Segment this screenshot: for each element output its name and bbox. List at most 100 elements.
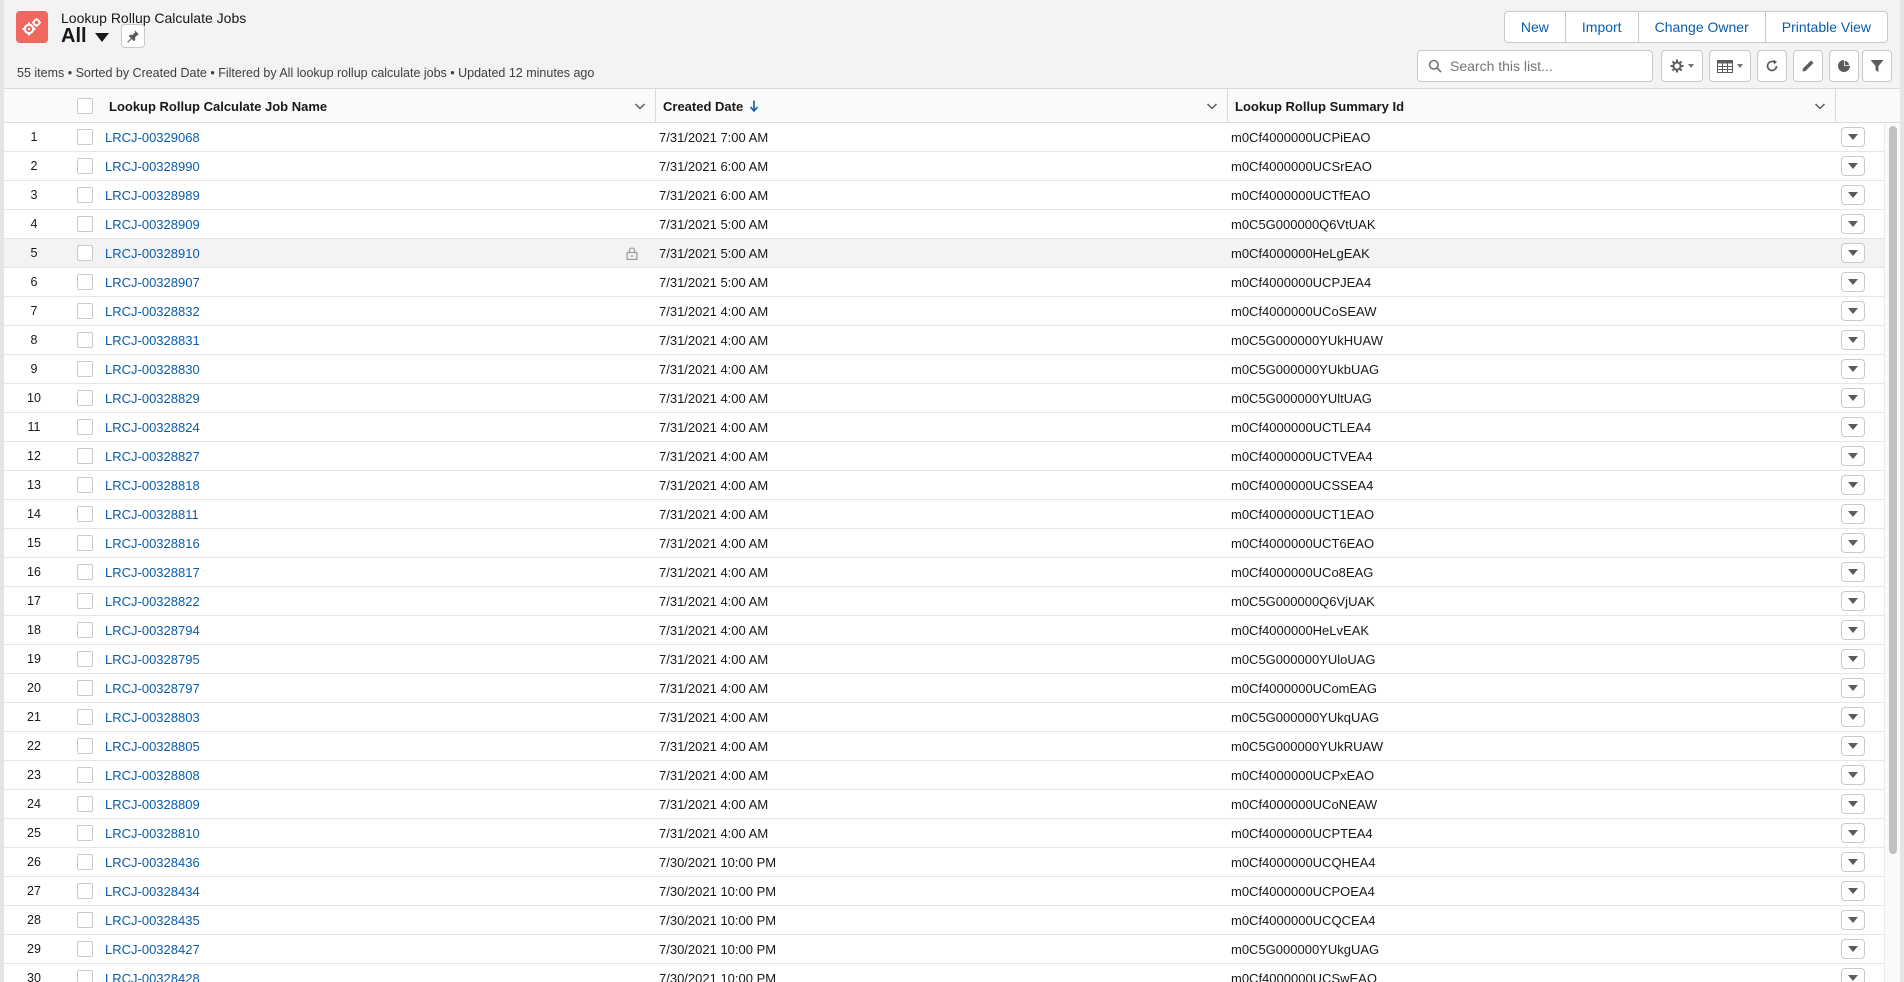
row-checkbox[interactable] [77,883,93,899]
row-checkbox[interactable] [77,506,93,522]
row-checkbox[interactable] [77,274,93,290]
job-name-link[interactable]: LRCJ-00328824 [105,413,200,441]
search-input[interactable] [1450,58,1640,74]
row-checkbox[interactable] [77,477,93,493]
job-name-link[interactable]: LRCJ-00328989 [105,181,200,209]
row-checkbox[interactable] [77,622,93,638]
row-checkbox[interactable] [77,651,93,667]
charts-button[interactable] [1829,50,1859,82]
select-all-checkbox[interactable] [77,98,93,114]
job-name-link[interactable]: LRCJ-00328829 [105,384,200,412]
job-name-link[interactable]: LRCJ-00328830 [105,355,200,383]
row-checkbox[interactable] [77,970,93,982]
row-actions-button[interactable] [1841,388,1865,408]
row-checkbox[interactable] [77,158,93,174]
row-actions-button[interactable] [1841,475,1865,495]
column-header-name[interactable]: Lookup Rollup Calculate Job Name [100,89,655,123]
row-actions-button[interactable] [1841,156,1865,176]
row-checkbox[interactable] [77,245,93,261]
row-actions-button[interactable] [1841,765,1865,785]
row-checkbox[interactable] [77,796,93,812]
job-name-link[interactable]: LRCJ-00328803 [105,703,200,731]
row-actions-button[interactable] [1841,359,1865,379]
job-name-link[interactable]: LRCJ-00328795 [105,645,200,673]
pin-list-view-button[interactable] [121,24,145,48]
row-actions-button[interactable] [1841,330,1865,350]
row-actions-button[interactable] [1841,185,1865,205]
inline-edit-button[interactable] [1793,50,1823,82]
job-name-link[interactable]: LRCJ-00328818 [105,471,200,499]
row-actions-button[interactable] [1841,272,1865,292]
row-actions-button[interactable] [1841,214,1865,234]
job-name-link[interactable]: LRCJ-00328990 [105,152,200,180]
job-name-link[interactable]: LRCJ-00328907 [105,268,200,296]
row-checkbox[interactable] [77,912,93,928]
chevron-down-icon[interactable] [1813,99,1827,113]
row-checkbox[interactable] [77,361,93,377]
row-checkbox[interactable] [77,448,93,464]
column-header-created-date[interactable]: Created Date [655,89,1227,123]
job-name-link[interactable]: LRCJ-00328797 [105,674,200,702]
row-checkbox[interactable] [77,680,93,696]
row-actions-button[interactable] [1841,678,1865,698]
row-actions-button[interactable] [1841,910,1865,930]
display-as-button[interactable] [1709,50,1751,82]
row-checkbox[interactable] [77,303,93,319]
row-checkbox[interactable] [77,738,93,754]
scrollbar-thumb[interactable] [1889,126,1897,854]
job-name-link[interactable]: LRCJ-00328831 [105,326,200,354]
job-name-link[interactable]: LRCJ-00328794 [105,616,200,644]
row-checkbox[interactable] [77,709,93,725]
job-name-link[interactable]: LRCJ-00328434 [105,877,200,905]
row-actions-button[interactable] [1841,881,1865,901]
column-header-summary-id[interactable]: Lookup Rollup Summary Id [1227,89,1835,123]
job-name-link[interactable]: LRCJ-00329068 [105,123,200,151]
refresh-button[interactable] [1757,50,1787,82]
row-actions-button[interactable] [1841,649,1865,669]
import-button[interactable]: Import [1564,12,1638,42]
row-actions-button[interactable] [1841,446,1865,466]
job-name-link[interactable]: LRCJ-00328817 [105,558,200,586]
job-name-link[interactable]: LRCJ-00328805 [105,732,200,760]
row-actions-button[interactable] [1841,707,1865,727]
job-name-link[interactable]: LRCJ-00328811 [105,500,199,528]
row-actions-button[interactable] [1841,533,1865,553]
row-actions-button[interactable] [1841,620,1865,640]
job-name-link[interactable]: LRCJ-00328827 [105,442,200,470]
row-checkbox[interactable] [77,767,93,783]
row-checkbox[interactable] [77,216,93,232]
row-checkbox[interactable] [77,129,93,145]
row-actions-button[interactable] [1841,736,1865,756]
job-name-link[interactable]: LRCJ-00328436 [105,848,200,876]
job-name-link[interactable]: LRCJ-00328822 [105,587,200,615]
change-owner-button[interactable]: Change Owner [1637,12,1765,42]
row-checkbox[interactable] [77,593,93,609]
new-button[interactable]: New [1505,12,1565,42]
row-actions-button[interactable] [1841,417,1865,437]
row-checkbox[interactable] [77,419,93,435]
job-name-link[interactable]: LRCJ-00328910 [105,239,200,267]
job-name-link[interactable]: LRCJ-00328816 [105,529,200,557]
row-actions-button[interactable] [1841,243,1865,263]
row-checkbox[interactable] [77,390,93,406]
job-name-link[interactable]: LRCJ-00328808 [105,761,200,789]
row-checkbox[interactable] [77,854,93,870]
chevron-down-icon[interactable] [633,99,647,113]
row-actions-button[interactable] [1841,794,1865,814]
row-checkbox[interactable] [77,564,93,580]
row-checkbox[interactable] [77,825,93,841]
row-actions-button[interactable] [1841,127,1865,147]
printable-view-button[interactable]: Printable View [1764,12,1887,42]
row-actions-button[interactable] [1841,823,1865,843]
row-checkbox[interactable] [77,535,93,551]
chevron-down-icon[interactable] [1205,99,1219,113]
row-actions-button[interactable] [1841,852,1865,872]
row-actions-button[interactable] [1841,562,1865,582]
row-checkbox[interactable] [77,187,93,203]
list-view-picker[interactable]: All [61,25,109,48]
row-actions-button[interactable] [1841,504,1865,524]
job-name-link[interactable]: LRCJ-00328428 [105,964,200,982]
vertical-scrollbar[interactable] [1884,123,1900,982]
job-name-link[interactable]: LRCJ-00328832 [105,297,200,325]
filters-button[interactable] [1862,50,1892,82]
